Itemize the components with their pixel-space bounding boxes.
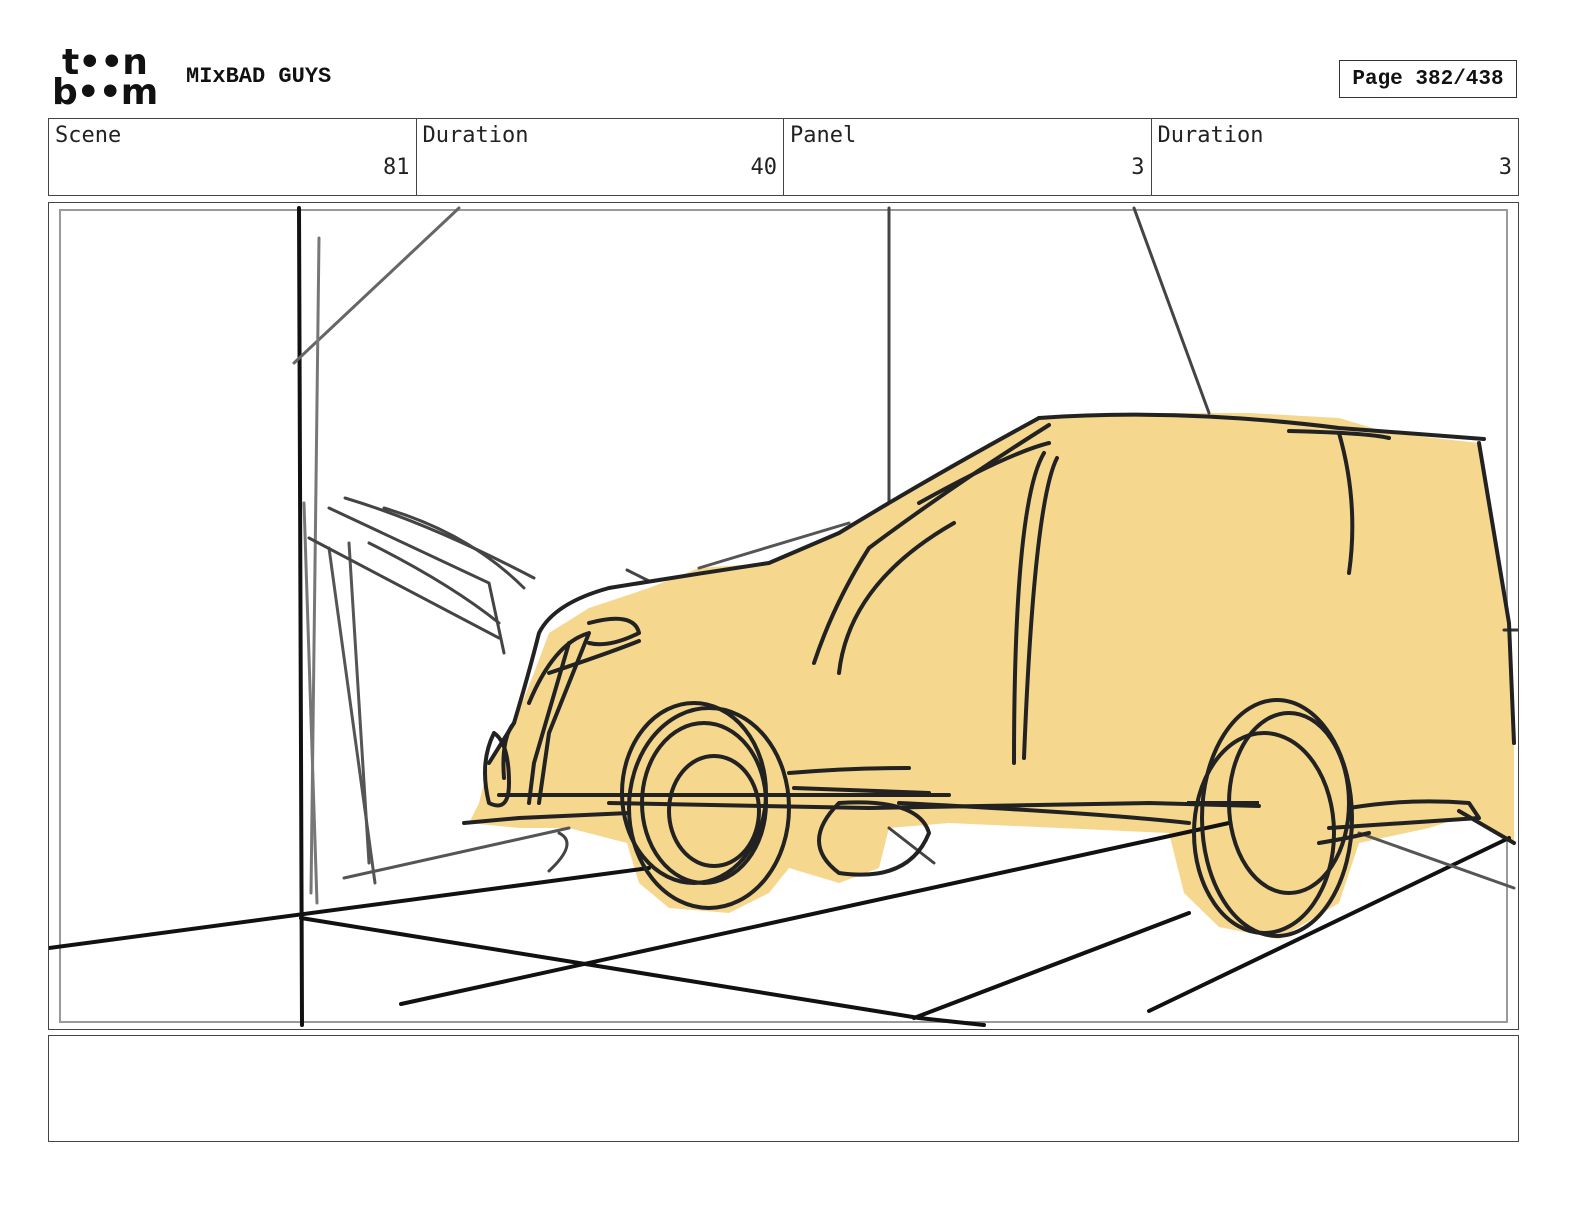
scene-label: Scene [55, 123, 122, 148]
panel-cell: Panel 3 [784, 119, 1152, 195]
panel-label: Panel [790, 123, 857, 148]
panel-notes-box[interactable] [48, 1035, 1519, 1142]
panel-value: 3 [1131, 155, 1145, 180]
panel-duration-label: Duration [1157, 123, 1264, 148]
panel-duration-cell: Duration 3 [1152, 119, 1519, 195]
car-sketch-drawing [49, 206, 1518, 1027]
panel-duration-value: 3 [1498, 155, 1512, 180]
scene-duration-cell: Duration 40 [417, 119, 784, 195]
scene-duration-label: Duration [422, 123, 529, 148]
logo-line-2: b••m [52, 72, 158, 113]
project-title: MIxBAD GUYS [186, 64, 332, 89]
scene-duration-value: 40 [750, 155, 778, 180]
car-body-fill [469, 413, 1514, 939]
toon-boom-logo: t••n b••m [50, 45, 165, 113]
scene-cell: Scene 81 [49, 119, 417, 195]
storyboard-panel [48, 202, 1519, 1030]
scene-value: 81 [383, 155, 410, 180]
page-indicator: Page 382/438 [1339, 60, 1517, 98]
scene-info-table: Scene 81 Duration 40 Panel 3 Duration 3 [48, 118, 1519, 196]
